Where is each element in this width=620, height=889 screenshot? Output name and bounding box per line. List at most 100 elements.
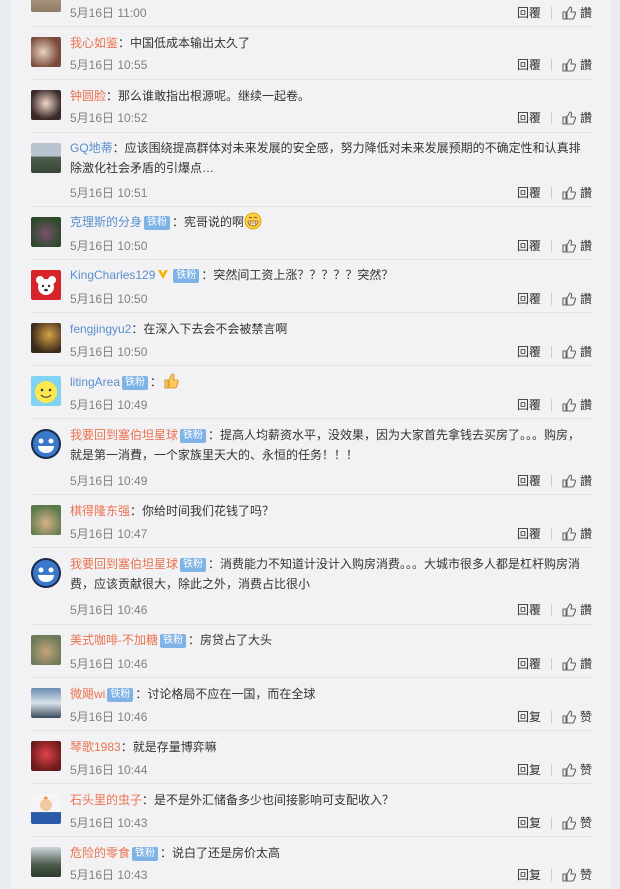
comment-item: 我心如鉴：中国低成本输出太久了 5月16日 10:55 回覆 讚 [31,27,592,80]
comment-text: ：你给时间我们花钱了吗？ [130,504,275,518]
like-button[interactable]: 讚 [562,291,592,307]
comment-item: 危险的零食 铁粉 ：说白了还是房价太高 5月16日 10:43 回复 赞 [31,837,592,889]
username-link[interactable]: 微飓wi [70,687,105,701]
thumbs-up-icon [562,527,576,541]
username-link[interactable]: fengjingyu2 [70,322,131,336]
comment-time: 5月16日 10:46 [70,710,148,724]
avatar[interactable] [31,741,61,771]
avatar[interactable] [31,688,61,718]
avatar[interactable] [31,217,61,247]
avatar[interactable] [31,429,61,459]
comment-item: 美式咖啡-不加糖 铁粉 ：房贷占了大头 5月16日 10:46 回覆 讚 [31,625,592,678]
reply-button[interactable]: 回覆 [517,110,541,126]
thumbs-up-icon [562,111,576,125]
comment-time: 5月16日 10:44 [70,763,148,777]
thumbs-up-icon [562,657,576,671]
comment-text: ：讨论格局不应在一国，而在全球 [135,687,316,701]
username-link[interactable]: 危险的零食 [70,846,130,860]
username-link[interactable]: 我要回到塞伯坦星球 [70,428,178,442]
username-link[interactable]: 美式咖啡-不加糖 [70,633,158,647]
like-button[interactable]: 讚 [562,110,592,126]
avatar[interactable] [31,558,61,588]
like-button[interactable]: 赞 [562,762,592,778]
reply-button[interactable]: 回覆 [517,291,541,307]
comment-text: ：宪哥说的啊 [172,215,245,229]
username-link[interactable]: 琴歌1983 [70,740,121,754]
reply-button[interactable]: 回覆 [517,526,541,542]
comment-item: 我要回到塞伯坦星球 铁粉 ：消费能力不知道计没计入购房消费。。。大城市很多人都是杠杆… [31,548,592,625]
fan-badge: 铁粉 [160,634,186,648]
username-link[interactable]: 钟圆脸 [70,89,106,103]
avatar[interactable] [31,323,61,353]
comment-item: 5月16日 11:00 回覆 讚 [31,0,592,27]
comment-item: GQ地蒂：应该围绕提高群体对未来发展的安全感，努力降低对未来发展预期的不确定性和… [31,133,592,207]
reply-button[interactable]: 回覆 [517,238,541,254]
avatar[interactable] [31,90,61,120]
thumbs-up-icon [562,474,576,488]
like-button[interactable]: 赞 [562,709,592,725]
like-button[interactable]: 赞 [562,815,592,831]
username-link[interactable]: 棋得隆东强 [70,504,130,518]
like-button[interactable]: 讚 [562,656,592,672]
thumbs-up-icon [562,292,576,306]
avatar[interactable] [31,0,61,12]
comment-text: ： [150,375,163,389]
username-link[interactable]: 石头里的虫子 [70,793,142,807]
reply-button[interactable]: 回覆 [517,5,541,21]
avatar[interactable] [31,143,61,173]
thumbs-up-icon [562,186,576,200]
avatar[interactable] [31,505,61,535]
comment-item: 琴歌1983：就是存量博弈嘛 5月16日 10:44 回复 赞 [31,731,592,784]
like-button[interactable]: 讚 [562,473,592,489]
reply-button[interactable]: 回复 [517,709,541,725]
comment-text: ：在深入下去会不会被禁言啊 [131,322,288,336]
avatar[interactable] [31,794,61,824]
thumbs-up-icon [562,58,576,72]
fan-badge: 铁粉 [122,376,149,390]
like-button[interactable]: 讚 [562,57,592,73]
comment-time: 5月16日 10:43 [70,816,148,830]
username-link[interactable]: KingCharles129 [70,268,155,282]
reply-button[interactable]: 回覆 [517,602,541,618]
reply-button[interactable]: 回覆 [517,397,541,413]
comment-time: 5月16日 10:52 [70,111,148,125]
like-button[interactable]: 讚 [562,602,592,618]
comment-time: 5月16日 10:46 [70,603,148,617]
fan-badge: 铁粉 [180,558,207,572]
reply-button[interactable]: 回覆 [517,344,541,360]
like-button[interactable]: 讚 [562,5,592,21]
username-link[interactable]: 我要回到塞伯坦星球 [70,557,178,571]
grin-emoji-icon [244,212,262,230]
reply-button[interactable]: 回复 [517,815,541,831]
reply-button[interactable]: 回覆 [517,57,541,73]
like-button[interactable]: 讚 [562,397,592,413]
avatar[interactable] [31,847,61,877]
reply-button[interactable]: 回覆 [517,473,541,489]
username-link[interactable]: 克理斯的分身 [70,215,142,229]
avatar[interactable] [31,376,61,406]
avatar[interactable] [31,635,61,665]
like-button[interactable]: 讚 [562,185,592,201]
thumbs-up-icon [562,763,576,777]
comment-item: fengjingyu2：在深入下去会不会被禁言啊 5月16日 10:50 回覆 … [31,313,592,366]
like-button[interactable]: 赞 [562,867,592,883]
bear-avatar-icon [36,276,56,295]
avatar[interactable] [31,270,61,300]
comment-time: 5月16日 10:50 [70,239,148,253]
like-button[interactable]: 讚 [562,238,592,254]
comment-text: ：应该围绕提高群体对未来发展的安全感，努力降低对未来发展预期的不确定性和认真排除… [70,141,581,175]
avatar[interactable] [31,37,61,67]
username-link[interactable]: 我心如鉴 [70,36,118,50]
username-link[interactable]: GQ地蒂 [70,141,113,155]
like-button[interactable]: 讚 [562,344,592,360]
fan-badge: 铁粉 [180,429,207,443]
reply-button[interactable]: 回覆 [517,185,541,201]
comment-item: KingCharles129 铁粉 ：突然间工资上涨？？？？？突然？ 5月16日 1… [31,260,592,313]
like-button[interactable]: 讚 [562,526,592,542]
reply-button[interactable]: 回复 [517,867,541,883]
reply-button[interactable]: 回覆 [517,656,541,672]
comment-time: 5月16日 10:47 [70,527,148,541]
thumbs-up-icon [562,6,576,20]
username-link[interactable]: litingArea [70,375,120,389]
reply-button[interactable]: 回复 [517,762,541,778]
